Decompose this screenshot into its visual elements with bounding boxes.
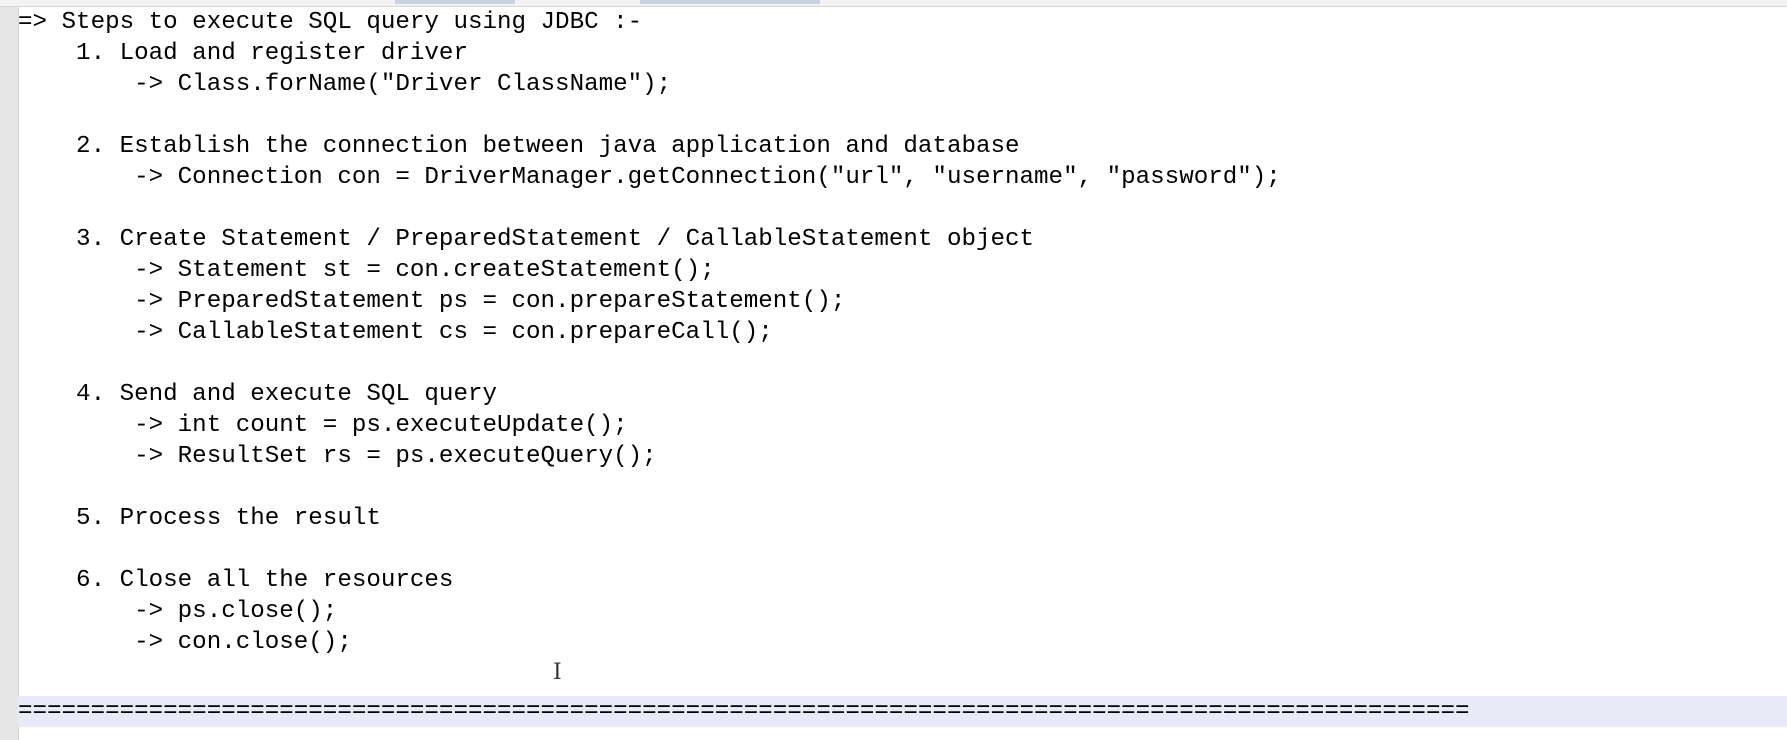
code-line[interactable] (18, 472, 1787, 503)
text-cursor-icon: I (553, 660, 562, 685)
code-line[interactable] (18, 348, 1787, 379)
code-line[interactable]: -> Statement st = con.createStatement(); (18, 255, 1787, 286)
code-area[interactable]: => Steps to execute SQL query using JDBC… (18, 7, 1787, 740)
top-bar-segment (395, 0, 515, 4)
code-line[interactable] (18, 534, 1787, 565)
code-line-current[interactable]: ========================================… (18, 696, 1787, 727)
code-line[interactable]: 2. Establish the connection between java… (18, 131, 1787, 162)
code-line[interactable]: -> ResultSet rs = ps.executeQuery(); (18, 441, 1787, 472)
text-editor[interactable]: => Steps to execute SQL query using JDBC… (0, 0, 1787, 740)
code-line[interactable]: 6. Close all the resources (18, 565, 1787, 596)
code-line[interactable]: -> int count = ps.executeUpdate(); (18, 410, 1787, 441)
code-line[interactable] (18, 193, 1787, 224)
code-line[interactable]: -> Connection con = DriverManager.getCon… (18, 162, 1787, 193)
code-line[interactable]: => Steps to execute SQL query using JDBC… (18, 7, 1787, 38)
code-line[interactable]: -> PreparedStatement ps = con.prepareSta… (18, 286, 1787, 317)
code-line[interactable]: 3. Create Statement / PreparedStatement … (18, 224, 1787, 255)
code-line[interactable]: -> Class.forName("Driver ClassName"); (18, 69, 1787, 100)
code-line[interactable]: -> CallableStatement cs = con.prepareCal… (18, 317, 1787, 348)
code-line[interactable] (18, 658, 1787, 689)
editor-gutter (0, 7, 19, 740)
code-line[interactable]: 1. Load and register driver (18, 38, 1787, 69)
code-line[interactable] (18, 100, 1787, 131)
editor-top-bar (0, 0, 1787, 7)
code-line[interactable]: -> ps.close(); (18, 596, 1787, 627)
code-line[interactable]: -> con.close(); (18, 627, 1787, 658)
top-bar-segment (640, 0, 820, 4)
code-line[interactable]: 4. Send and execute SQL query (18, 379, 1787, 410)
code-line[interactable]: 5. Process the result (18, 503, 1787, 534)
